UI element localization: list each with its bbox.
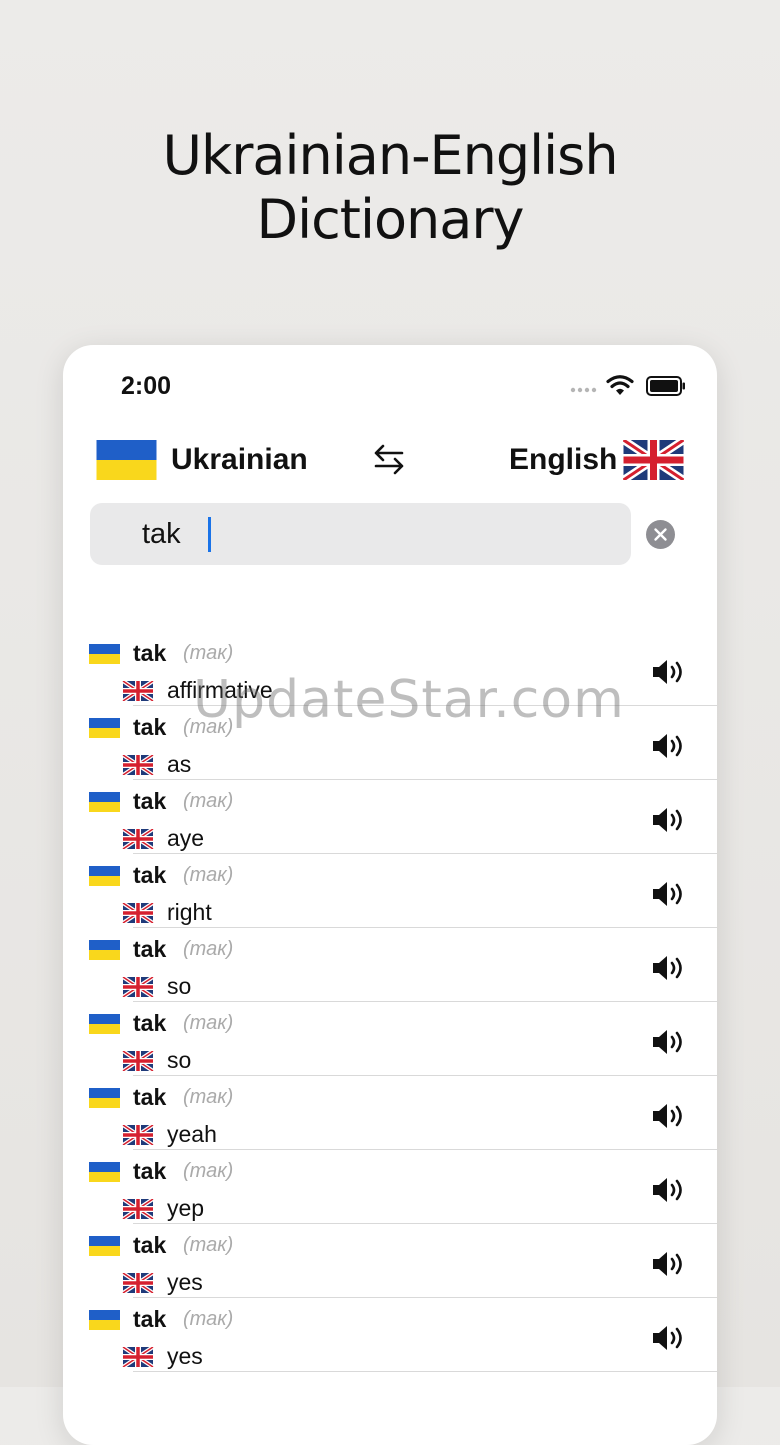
result-transliteration: (так) bbox=[183, 1012, 234, 1034]
text-caret bbox=[208, 517, 211, 552]
result-transliteration: (так) bbox=[183, 790, 234, 812]
result-row[interactable]: tak (так) yes bbox=[63, 1298, 717, 1372]
row-divider bbox=[133, 1371, 717, 1372]
result-translation: yeah bbox=[167, 1121, 217, 1147]
result-translation: yep bbox=[167, 1195, 205, 1221]
target-language-button[interactable]: English bbox=[509, 443, 617, 477]
result-translation: aye bbox=[167, 825, 205, 851]
result-transliteration: (так) bbox=[183, 864, 234, 886]
speaker-icon[interactable] bbox=[651, 1102, 687, 1130]
search-field[interactable] bbox=[90, 503, 631, 565]
speaker-icon[interactable] bbox=[651, 1324, 687, 1352]
ukraine-flag-icon bbox=[89, 940, 120, 960]
result-transliteration: (так) bbox=[183, 1308, 234, 1330]
result-word: tak bbox=[133, 1010, 167, 1036]
clear-search-button[interactable] bbox=[646, 520, 675, 549]
signal-icon bbox=[570, 387, 597, 393]
result-row[interactable]: tak (так) yep bbox=[63, 1150, 717, 1224]
result-word: tak bbox=[133, 936, 167, 962]
watermark: UpdateStar.com bbox=[193, 670, 625, 730]
uk-flag-icon bbox=[122, 977, 154, 997]
uk-flag-icon bbox=[122, 1273, 154, 1293]
result-translation: so bbox=[167, 973, 192, 999]
result-row[interactable]: tak (так) right bbox=[63, 854, 717, 928]
speaker-icon[interactable] bbox=[651, 1028, 687, 1056]
result-row[interactable]: tak (так) yeah bbox=[63, 1076, 717, 1150]
phone-screen: 2:00 Ukrainian English tak tak (так) aff… bbox=[63, 345, 717, 1445]
close-icon bbox=[654, 528, 667, 541]
result-transliteration: (так) bbox=[183, 642, 234, 664]
ukraine-flag-icon bbox=[89, 1088, 120, 1108]
ukraine-flag-icon bbox=[89, 644, 120, 664]
speaker-icon[interactable] bbox=[651, 1250, 687, 1278]
result-row[interactable]: tak (так) aye bbox=[63, 780, 717, 854]
speaker-icon[interactable] bbox=[651, 880, 687, 908]
uk-flag-icon bbox=[122, 681, 154, 701]
speaker-icon[interactable] bbox=[651, 1176, 687, 1204]
result-row[interactable]: tak (так) so bbox=[63, 1002, 717, 1076]
ukraine-flag-icon bbox=[89, 1236, 120, 1256]
result-translation: right bbox=[167, 899, 212, 925]
uk-flag-icon bbox=[122, 903, 154, 923]
result-word: tak bbox=[133, 714, 167, 740]
status-time: 2:00 bbox=[121, 372, 172, 400]
result-word: tak bbox=[133, 1158, 167, 1184]
search-input[interactable] bbox=[142, 514, 602, 554]
result-row[interactable]: tak (так) yes bbox=[63, 1224, 717, 1298]
result-word: tak bbox=[133, 788, 167, 814]
headline-line-1: Ukrainian-English bbox=[162, 124, 618, 187]
speaker-icon[interactable] bbox=[651, 954, 687, 982]
ukraine-flag-icon bbox=[89, 1310, 120, 1330]
ukraine-flag-icon bbox=[89, 866, 120, 886]
result-word: tak bbox=[133, 1232, 167, 1258]
result-transliteration: (так) bbox=[183, 938, 234, 960]
result-word: tak bbox=[133, 1084, 167, 1110]
result-translation: as bbox=[167, 751, 192, 777]
speaker-icon[interactable] bbox=[651, 806, 687, 834]
wifi-icon bbox=[606, 375, 634, 395]
source-language-button[interactable]: Ukrainian bbox=[171, 443, 308, 477]
uk-flag-icon bbox=[122, 755, 154, 775]
uk-flag-icon bbox=[623, 440, 684, 480]
result-transliteration: (так) bbox=[183, 1086, 234, 1108]
result-word: tak bbox=[133, 640, 167, 666]
uk-flag-icon bbox=[122, 1051, 154, 1071]
promo-headline: Ukrainian-English Dictionary bbox=[0, 124, 780, 252]
ukraine-flag-icon bbox=[89, 718, 120, 738]
uk-flag-icon bbox=[122, 829, 154, 849]
swap-languages-icon[interactable] bbox=[371, 441, 407, 477]
result-translation: so bbox=[167, 1047, 192, 1073]
uk-flag-icon bbox=[122, 1199, 154, 1219]
battery-icon bbox=[646, 376, 685, 396]
language-bar: Ukrainian English bbox=[63, 435, 717, 485]
result-transliteration: (так) bbox=[183, 1160, 234, 1182]
result-translation: yes bbox=[167, 1269, 203, 1295]
headline-line-2: Dictionary bbox=[256, 188, 525, 251]
uk-flag-icon bbox=[122, 1125, 154, 1145]
ukraine-flag-icon bbox=[89, 792, 120, 812]
speaker-icon[interactable] bbox=[651, 732, 687, 760]
ukraine-flag-icon bbox=[89, 1162, 120, 1182]
result-transliteration: (так) bbox=[183, 1234, 234, 1256]
result-word: tak bbox=[133, 862, 167, 888]
result-translation: yes bbox=[167, 1343, 203, 1369]
speaker-icon[interactable] bbox=[651, 658, 687, 686]
uk-flag-icon bbox=[122, 1347, 154, 1367]
ukraine-flag-icon bbox=[96, 440, 157, 480]
result-word: tak bbox=[133, 1306, 167, 1332]
result-row[interactable]: tak (так) so bbox=[63, 928, 717, 1002]
ukraine-flag-icon bbox=[89, 1014, 120, 1034]
